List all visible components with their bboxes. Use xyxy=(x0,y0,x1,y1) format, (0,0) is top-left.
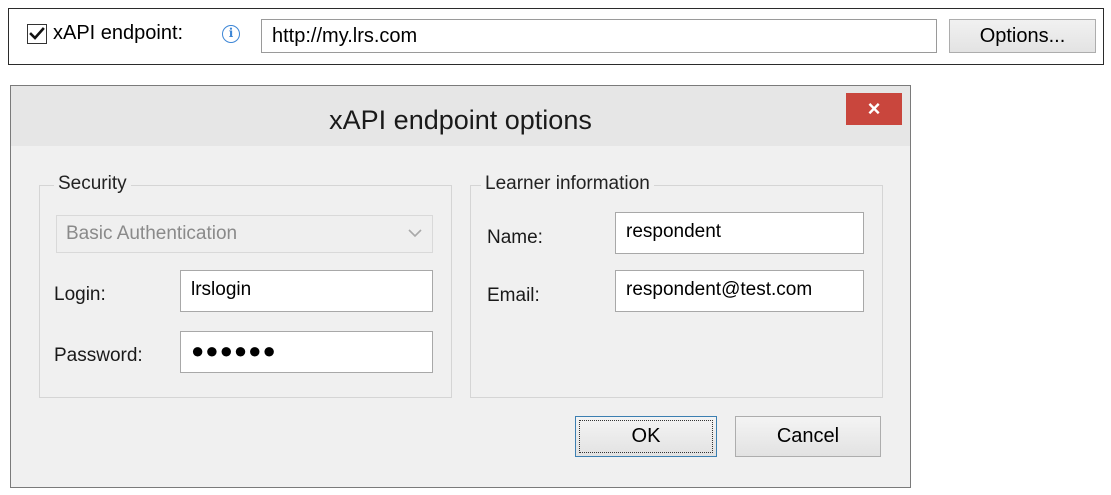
xapi-endpoint-strip: xAPI endpoint: i http://my.lrs.com Optio… xyxy=(8,8,1104,65)
auth-type-value: Basic Authentication xyxy=(66,223,238,244)
login-field[interactable]: lrslogin xyxy=(180,270,433,312)
checkmark-icon xyxy=(29,27,45,40)
info-icon[interactable]: i xyxy=(222,25,240,43)
name-field[interactable]: respondent xyxy=(615,212,864,254)
email-label: Email: xyxy=(487,285,540,306)
learner-information-group: Learner information Name: respondent Ema… xyxy=(470,172,883,398)
close-button[interactable]: × xyxy=(846,93,902,125)
auth-type-select: Basic Authentication xyxy=(56,215,433,253)
password-label: Password: xyxy=(54,345,143,366)
security-group: Security Basic Authentication Login: lrs… xyxy=(39,172,452,398)
security-legend: Security xyxy=(54,172,131,196)
password-field[interactable]: ●●●●●● xyxy=(180,331,433,373)
name-label: Name: xyxy=(487,227,543,248)
focus-ring xyxy=(579,420,713,453)
login-label: Login: xyxy=(54,284,106,305)
endpoint-url-input[interactable]: http://my.lrs.com xyxy=(261,19,937,53)
learner-information-legend: Learner information xyxy=(481,172,654,196)
cancel-button[interactable]: Cancel xyxy=(735,416,881,457)
dialog-content: Security Basic Authentication Login: lrs… xyxy=(11,146,910,487)
options-button[interactable]: Options... xyxy=(949,19,1096,53)
dialog-title: xAPI endpoint options xyxy=(329,105,592,135)
close-icon: × xyxy=(867,96,881,121)
xapi-options-dialog: xAPI endpoint options × Security Basic A… xyxy=(10,85,911,488)
ok-button[interactable]: OK xyxy=(575,416,717,457)
dialog-titlebar[interactable]: xAPI endpoint options × xyxy=(11,86,910,146)
xapi-endpoint-checkbox[interactable] xyxy=(27,24,47,44)
xapi-endpoint-label[interactable]: xAPI endpoint: xyxy=(53,20,183,46)
chevron-down-icon xyxy=(408,229,422,238)
email-field[interactable]: respondent@test.com xyxy=(615,270,864,312)
